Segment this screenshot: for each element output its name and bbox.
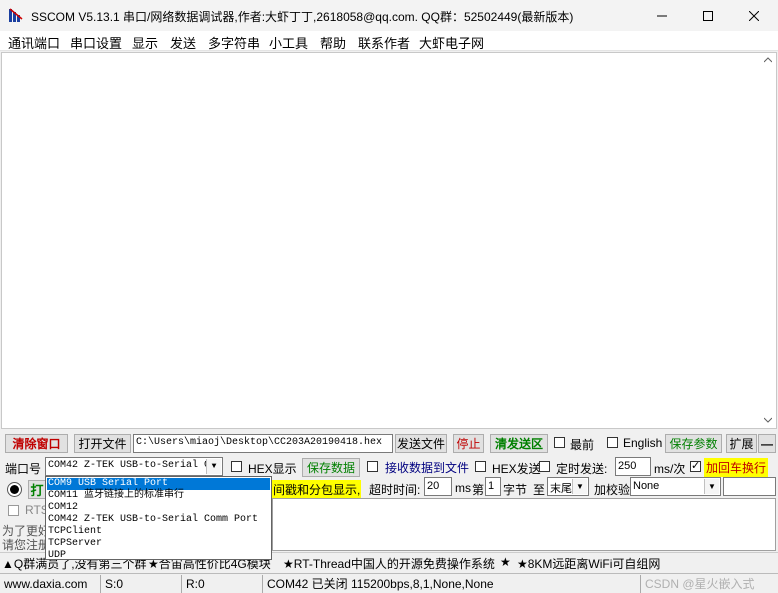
open-port-button[interactable]: 打 — [28, 480, 46, 499]
port-dropdown-list[interactable]: COM9 USB Serial Port COM11 蓝牙链接上的标准串行 CO… — [45, 476, 272, 562]
window-title: SSCOM V5.13.1 串口/网络数据调试器,作者:大虾丁丁,2618058… — [31, 10, 574, 24]
receive-area[interactable] — [1, 52, 777, 429]
receive-to-file-checkbox[interactable] — [367, 461, 378, 472]
to-label: 至 — [533, 483, 546, 497]
english-checkbox[interactable] — [607, 437, 618, 448]
file-path-field[interactable]: C:\Users\miaoj\Desktop\CC203A20190418.he… — [133, 434, 393, 453]
checksum-select-value: None — [633, 480, 660, 492]
receive-scrollbar[interactable] — [760, 53, 776, 428]
close-icon — [749, 10, 759, 21]
menu-multi-string[interactable]: 多字符串 — [208, 33, 260, 52]
topmost-label: 最前 — [570, 438, 595, 452]
receive-to-file-label: 接收数据到文件 — [385, 461, 470, 475]
port-option-udp[interactable]: UDP — [47, 550, 270, 562]
ticker-item-wifi[interactable]: ★8KM远距离WiFi可自组网 — [517, 555, 660, 572]
minimize-button[interactable] — [639, 0, 685, 31]
timestamp-label: 间戳和分包显示, — [272, 480, 362, 499]
rts-checkbox[interactable] — [8, 505, 19, 516]
scroll-down-icon — [764, 417, 772, 423]
scroll-up-icon — [764, 57, 772, 63]
topmost-checkbox[interactable] — [554, 437, 565, 448]
stop-button[interactable]: 停止 — [453, 434, 484, 453]
port-select-value: COM42 Z-TEK USB-to-Serial C — [48, 460, 211, 471]
extra-field[interactable] — [723, 477, 776, 496]
checksum-label: 加校验 — [594, 483, 631, 497]
status-received-count: R:0 — [182, 575, 263, 593]
send-file-button[interactable]: 发送文件 — [395, 434, 447, 453]
port-status-indicator — [7, 482, 22, 497]
status-bar: www.daxia.com S:0 R:0 COM42 已关闭 115200bp… — [0, 573, 778, 593]
open-file-button[interactable]: 打开文件 — [74, 434, 131, 453]
port-label: 端口号 — [5, 462, 42, 476]
chevron-down-icon[interactable]: ▼ — [206, 459, 221, 474]
app-icon — [8, 7, 24, 23]
port-option-com9[interactable]: COM9 USB Serial Port — [47, 478, 270, 490]
csdn-watermark: CSDN @星火嵌入式 — [645, 577, 755, 591]
timeout-input[interactable]: 20 — [424, 477, 452, 496]
timed-send-checkbox[interactable] — [539, 461, 550, 472]
nth-label: 第 — [472, 483, 485, 497]
minimize-icon — [657, 15, 667, 16]
menu-bar: 通讯端口 串口设置 显示 发送 多字符串 小工具 帮助 联系作者 大虾电子网 — [0, 31, 778, 51]
english-label: English — [623, 436, 663, 450]
status-sent-count: S:0 — [101, 575, 182, 593]
interval-unit: ms/次 — [654, 462, 686, 476]
timeout-label: 超时时间: — [369, 483, 421, 497]
byte-label: 字节 — [503, 483, 528, 497]
save-params-button[interactable]: 保存参数 — [665, 434, 722, 453]
end-select-value: 末尾 — [550, 483, 572, 495]
menu-help[interactable]: 帮助 — [320, 33, 346, 52]
title-bar: SSCOM V5.13.1 串口/网络数据调试器,作者:大虾丁丁,2618058… — [0, 0, 778, 31]
port-option-com42[interactable]: COM42 Z-TEK USB-to-Serial Comm Port — [47, 514, 270, 526]
menu-tools[interactable]: 小工具 — [269, 33, 308, 52]
menu-contact[interactable]: 联系作者 — [358, 33, 410, 52]
menu-serial-settings[interactable]: 串口设置 — [70, 33, 122, 52]
port-option-com12[interactable]: COM12 — [47, 502, 270, 514]
timeout-unit: ms — [455, 481, 471, 495]
add-crlf-label: 加回车换行 — [704, 458, 769, 477]
note-line-2: 请您注册 — [2, 538, 51, 552]
status-website[interactable]: www.daxia.com — [0, 575, 101, 593]
port-status-icon — [10, 485, 19, 494]
close-button[interactable] — [731, 0, 777, 31]
menu-daxia-site[interactable]: 大虾电子网 — [419, 33, 484, 52]
port-option-tcpserver[interactable]: TCPServer — [47, 538, 270, 550]
menu-comm-port[interactable]: 通讯端口 — [8, 33, 60, 52]
hex-send-label: HEX发送 — [492, 462, 541, 476]
hex-display-label: HEX显示 — [248, 462, 297, 476]
timed-send-label: 定时发送: — [556, 462, 608, 476]
ticker-item-rtthread[interactable]: ★RT-Thread中国人的开源免费操作系统 — [283, 555, 495, 572]
hex-send-checkbox[interactable] — [475, 461, 486, 472]
status-port-info: COM42 已关闭 115200bps,8,1,None,None — [263, 575, 641, 593]
chevron-down-icon[interactable]: ▼ — [572, 479, 587, 494]
expand-button[interactable]: 扩展 — [726, 434, 757, 453]
chevron-down-icon[interactable]: ▼ — [704, 479, 719, 494]
clear-window-button[interactable]: 清除窗口 — [5, 434, 68, 453]
maximize-button[interactable] — [685, 0, 731, 31]
nth-input[interactable]: 1 — [485, 477, 501, 496]
end-select[interactable]: 末尾 ▼ — [547, 477, 589, 496]
add-crlf-checkbox[interactable] — [690, 459, 701, 472]
maximize-icon — [703, 10, 713, 21]
menu-display[interactable]: 显示 — [132, 33, 158, 52]
hex-display-checkbox[interactable] — [231, 461, 242, 472]
port-option-tcpclient[interactable]: TCPClient — [47, 526, 270, 538]
save-data-button[interactable]: 保存数据 — [302, 458, 360, 477]
send-text-area[interactable] — [272, 498, 776, 551]
collapse-button[interactable]: — — [758, 434, 776, 453]
checksum-select[interactable]: None ▼ — [630, 477, 721, 496]
port-option-com11[interactable]: COM11 蓝牙链接上的标准串行 — [47, 490, 270, 502]
clear-send-button[interactable]: 清发送区 — [490, 434, 548, 453]
ticker-star: ★ — [500, 555, 511, 569]
port-select[interactable]: COM42 Z-TEK USB-to-Serial C ▼ — [45, 457, 223, 476]
menu-send[interactable]: 发送 — [170, 33, 196, 52]
interval-input[interactable]: 250 — [615, 457, 651, 476]
